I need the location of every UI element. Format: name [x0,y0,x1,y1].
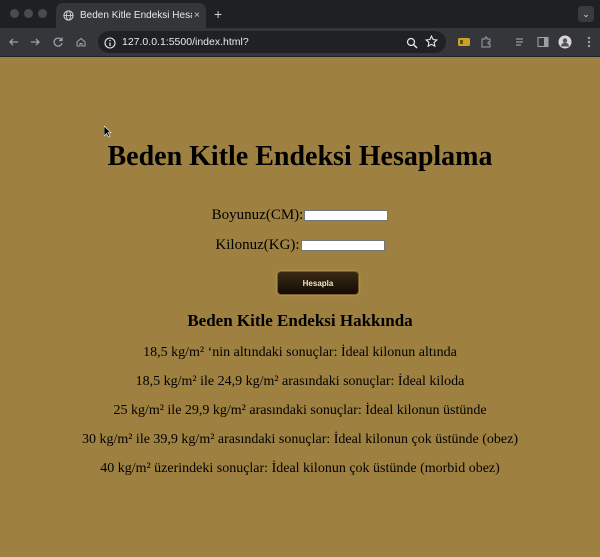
info-line-obese: 30 kg/m² ile 39,9 kg/m² arasındaki sonuç… [81,432,519,447]
calculate-button[interactable]: Hesapla [277,271,359,295]
info-line-morbid-obese: 40 kg/m² üzerindeki sonuçlar: İdeal kilo… [100,461,500,476]
tab-title: Beden Kitle Endeksi Hesaplam [80,10,192,21]
window-maximize-dot[interactable] [38,9,47,18]
weight-row: Kilonuz(KG): [0,237,600,254]
home-icon[interactable] [73,34,89,50]
window-minimize-dot[interactable] [24,9,33,18]
extension-icon[interactable] [457,35,471,49]
url-text: 127.0.0.1:5500/index.html? [122,36,249,48]
info-line-overweight: 25 kg/m² ile 29,9 kg/m² arasındaki sonuç… [113,403,487,418]
page-body: Beden Kitle Endeksi Hesaplama Boyunuz(CM… [0,57,600,557]
globe-icon [63,10,74,21]
address-bar[interactable]: 127.0.0.1:5500/index.html? [98,31,446,53]
tab-search-chevron-icon[interactable]: ⌄ [578,6,594,22]
tab-close-icon[interactable]: × [194,10,200,21]
browser-tab[interactable]: Beden Kitle Endeksi Hesaplam × [56,3,206,28]
forward-arrow-icon[interactable] [27,34,43,50]
height-input[interactable] [304,210,389,221]
weight-input[interactable] [300,240,385,251]
height-row: Boyunuz(CM): [0,207,600,224]
puzzle-icon[interactable] [479,35,493,49]
browser-toolbar: 127.0.0.1:5500/index.html? [0,28,600,57]
info-line-normal: 18,5 kg/m² ile 24,9 kg/m² arasındaki son… [135,374,465,389]
new-tab-button[interactable]: + [214,6,222,22]
window-close-dot[interactable] [10,9,19,18]
reload-icon[interactable] [50,34,66,50]
back-arrow-icon[interactable] [6,34,22,50]
side-panel-icon[interactable] [536,35,550,49]
bookmark-star-icon[interactable] [424,34,439,48]
zoom-icon[interactable] [406,36,418,49]
site-info-icon[interactable] [104,36,116,49]
about-heading: Beden Kitle Endeksi Hakkında [187,311,413,330]
browser-menu-icon[interactable] [582,35,596,49]
weight-label: Kilonuz(KG): [215,237,300,253]
reading-list-icon[interactable] [514,35,528,49]
browser-tab-bar: Beden Kitle Endeksi Hesaplam × + ⌄ [0,0,600,28]
info-line-underweight: 18,5 kg/m² ‘nin altındaki sonuçlar: İdea… [143,345,457,360]
profile-avatar-icon[interactable] [558,35,572,49]
height-label: Boyunuz(CM): [211,207,304,223]
mouse-cursor-icon [103,125,112,143]
page-title: Beden Kitle Endeksi Hesaplama [107,141,493,172]
